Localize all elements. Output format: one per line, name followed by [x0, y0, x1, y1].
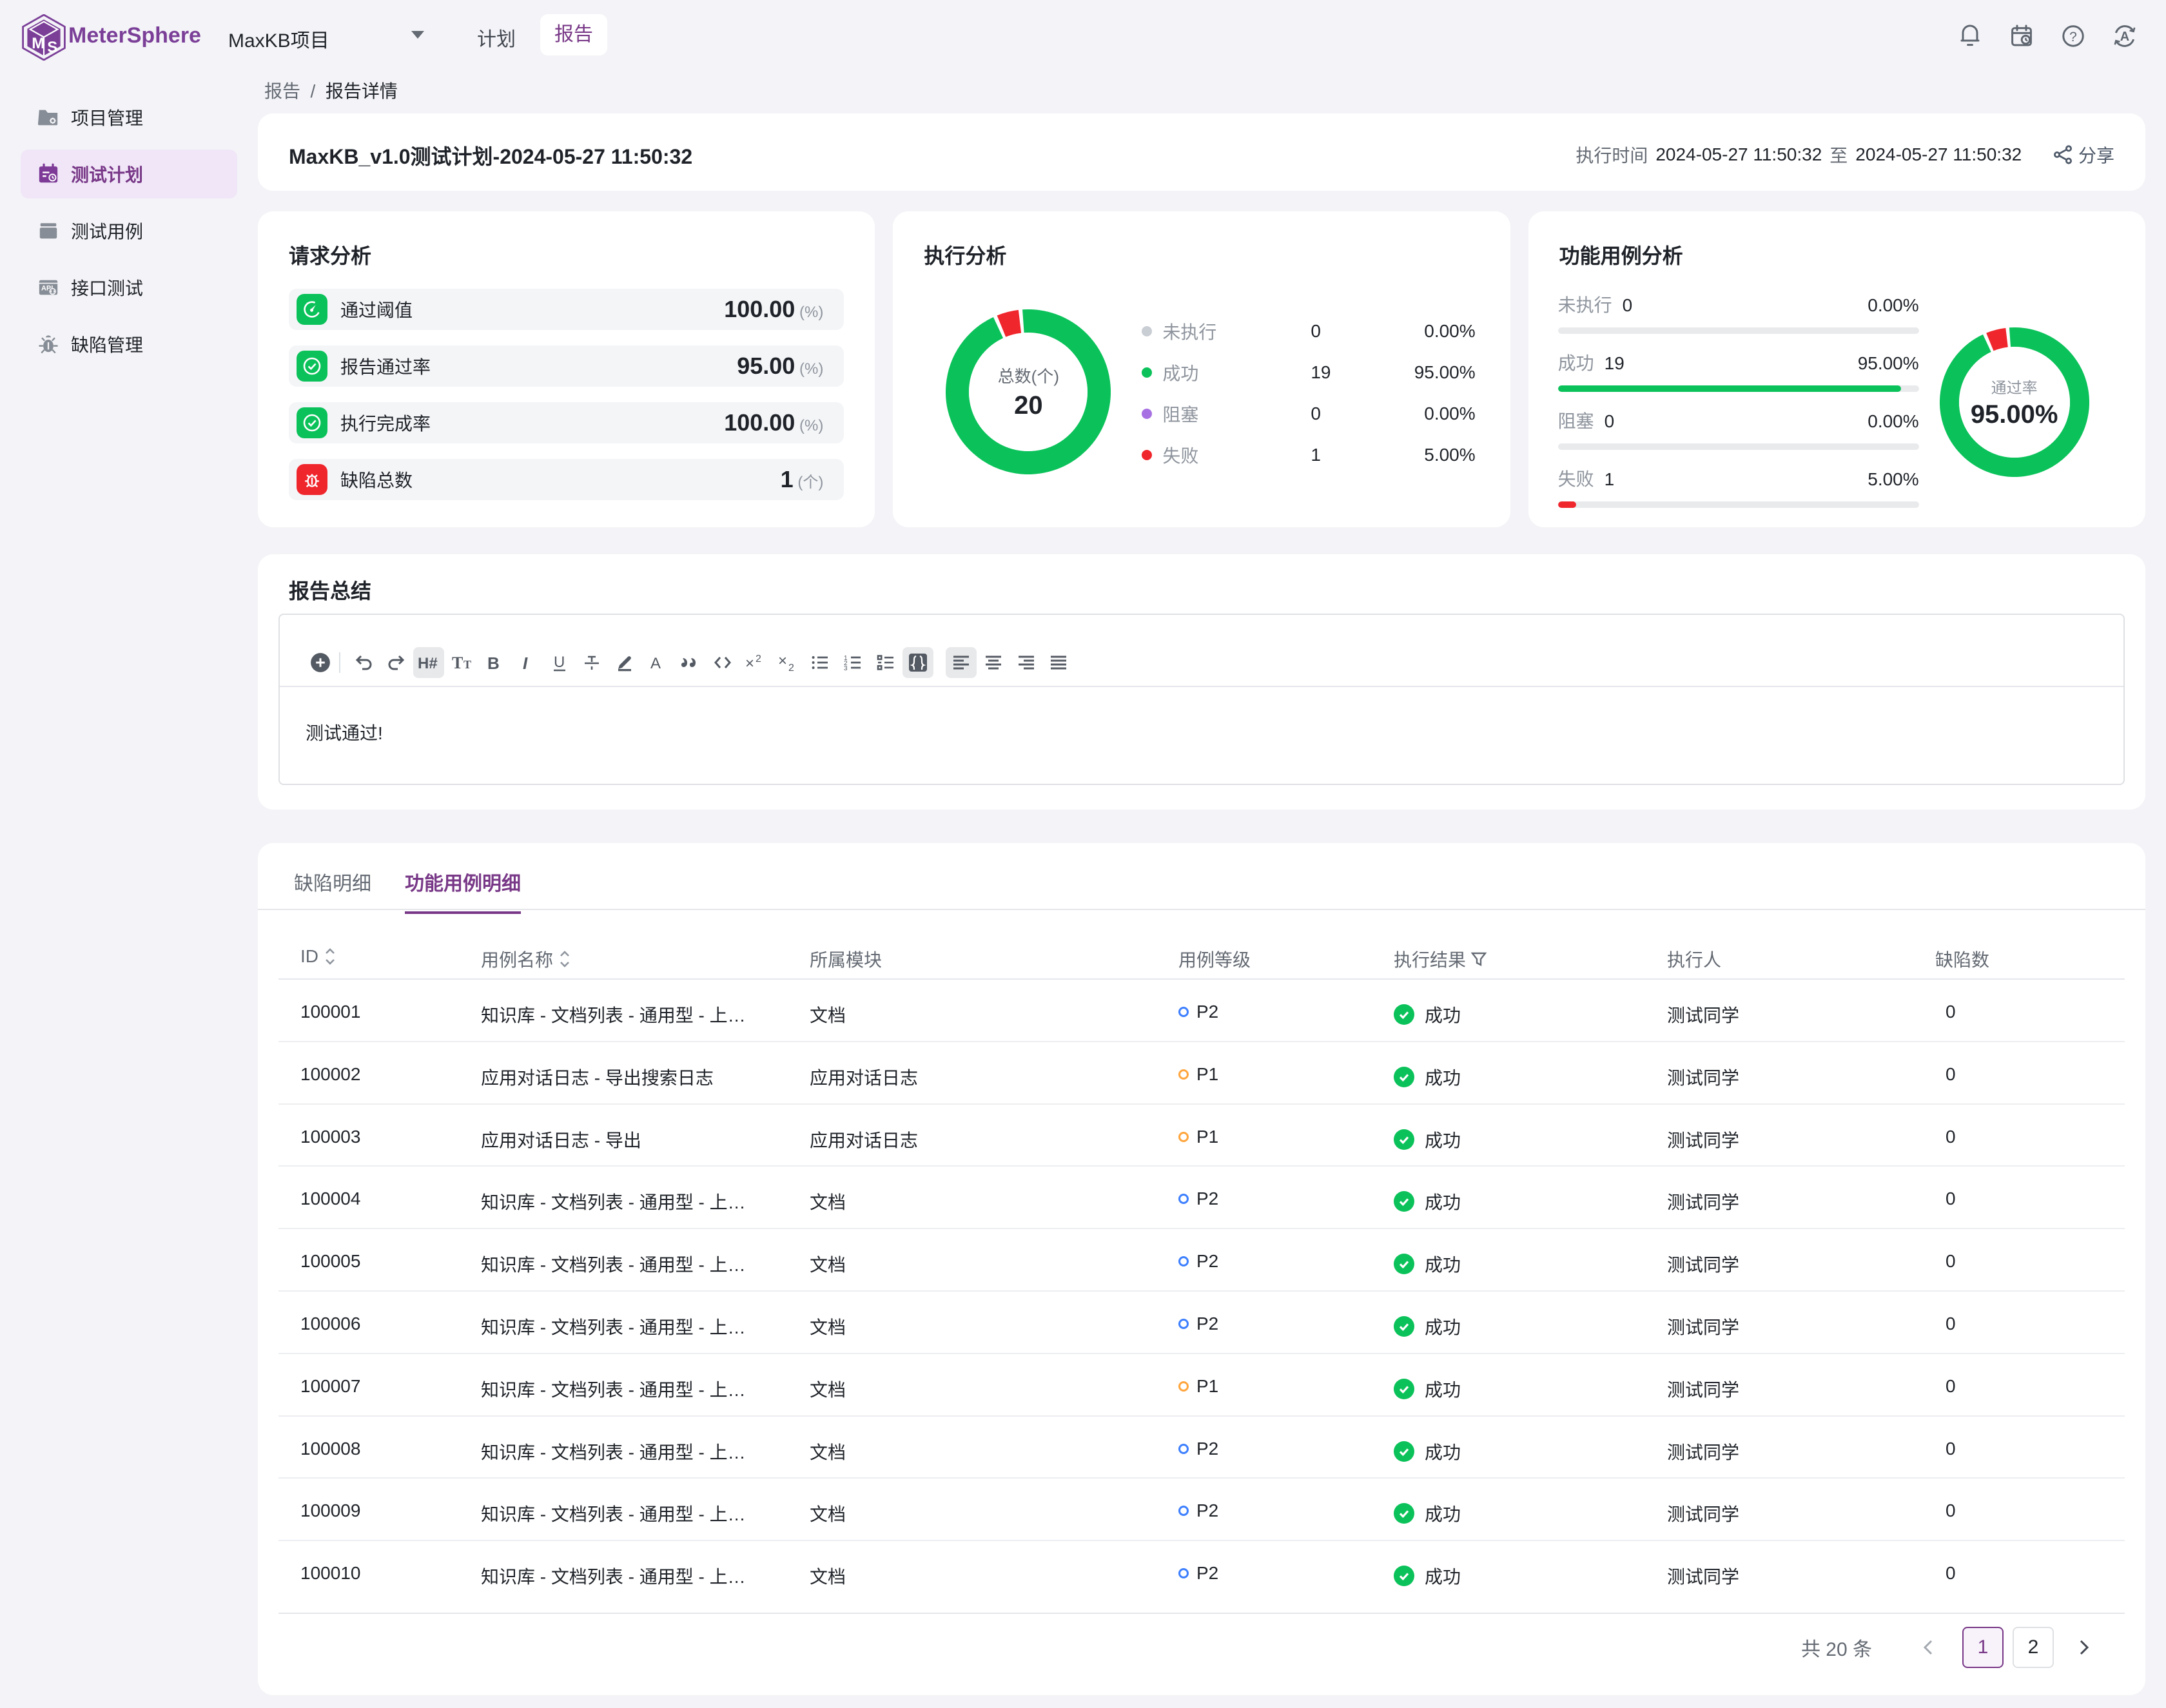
- svg-text:×: ×: [745, 655, 754, 672]
- svg-text:H#: H#: [418, 655, 438, 672]
- svg-text:×: ×: [778, 652, 787, 670]
- svg-text:B: B: [487, 654, 500, 673]
- svg-text:A: A: [2120, 30, 2129, 44]
- svg-text:A: A: [650, 655, 661, 672]
- svg-text:T: T: [463, 658, 471, 671]
- svg-text:I: I: [523, 654, 528, 673]
- svg-text:2: 2: [788, 663, 794, 674]
- svg-text:3: 3: [844, 665, 848, 672]
- svg-text:U: U: [554, 654, 565, 671]
- svg-text:M: M: [32, 35, 44, 52]
- svg-text:T: T: [452, 654, 463, 672]
- svg-text:S: S: [47, 39, 57, 56]
- svg-text:2: 2: [756, 654, 761, 665]
- svg-text:?: ?: [2069, 30, 2077, 44]
